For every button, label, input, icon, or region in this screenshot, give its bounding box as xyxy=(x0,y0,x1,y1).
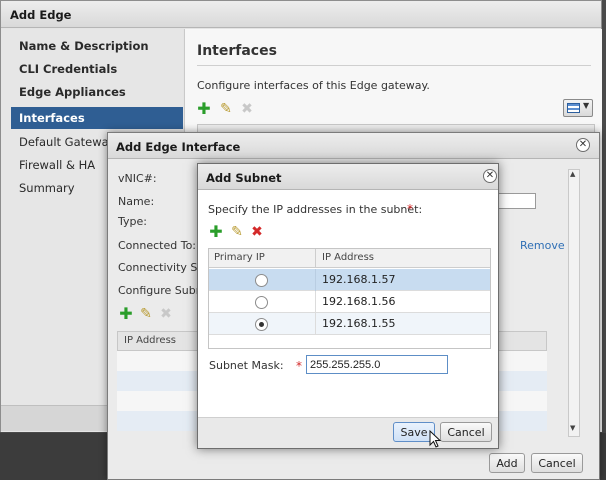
table-header: Primary IP IP Address xyxy=(209,249,490,268)
required-mark: * xyxy=(407,202,413,216)
add-subnet-titlebar: Add Subnet ✕ xyxy=(198,164,498,190)
name-input[interactable] xyxy=(498,193,536,209)
delete-icon[interactable]: ✖ xyxy=(240,102,254,116)
vnic-label: vNIC#: xyxy=(118,172,157,185)
add-edge-titlebar: Add Edge xyxy=(1,1,601,28)
wizard-footer xyxy=(1,405,108,431)
primary-ip-radio[interactable] xyxy=(255,274,268,287)
configure-subnets-label: Configure Subne xyxy=(118,284,210,297)
edge-interface-titlebar: Add Edge Interface ✕ xyxy=(108,133,599,159)
table-row[interactable]: 192.168.1.55 xyxy=(209,313,490,335)
connectivity-status-label: Connectivity Sta xyxy=(118,261,209,274)
pencil-icon[interactable]: ✎ xyxy=(139,307,153,321)
plus-icon[interactable]: ✚ xyxy=(119,306,133,322)
plus-icon[interactable]: ✚ xyxy=(197,101,211,117)
pane-description: Configure interfaces of this Edge gatewa… xyxy=(197,79,430,92)
cancel-button[interactable]: Cancel xyxy=(440,422,492,442)
scroll-up-icon[interactable]: ▲ xyxy=(570,170,575,178)
table-row[interactable]: 192.168.1.57 xyxy=(209,269,490,291)
primary-ip-radio-selected[interactable] xyxy=(255,318,268,331)
required-mark: * xyxy=(296,359,302,373)
grid-view-icon xyxy=(567,103,580,113)
ip-address-cell: 192.168.1.57 xyxy=(322,273,396,286)
delete-icon[interactable]: ✖ xyxy=(159,307,173,321)
nav-item-name-description[interactable]: Name & Description xyxy=(11,35,183,57)
column-divider xyxy=(315,269,316,291)
chevron-down-icon: ▼ xyxy=(583,101,590,110)
dialog-title: Add Subnet xyxy=(206,171,282,185)
column-divider xyxy=(315,249,316,268)
mouse-cursor-icon xyxy=(429,430,441,448)
delete-icon[interactable]: ✖ xyxy=(250,225,264,239)
dialog-title: Add Edge Interface xyxy=(116,140,241,154)
scroll-down-icon[interactable]: ▼ xyxy=(570,424,575,432)
column-header-ip-address: IP Address xyxy=(322,252,374,263)
divider xyxy=(197,65,591,66)
name-label: Name: xyxy=(118,195,155,208)
pencil-icon[interactable]: ✎ xyxy=(219,102,233,116)
scrollbar[interactable]: ▲ ▼ xyxy=(568,169,580,437)
column-header-primary-ip: Primary IP xyxy=(214,252,265,263)
column-divider xyxy=(315,291,316,313)
add-subnet-dialog: Add Subnet ✕ Specify the IP addresses in… xyxy=(197,163,499,449)
page-title: Interfaces xyxy=(197,43,277,59)
pencil-icon[interactable]: ✎ xyxy=(230,225,244,239)
type-label: Type: xyxy=(118,215,147,228)
subnet-instruction: Specify the IP addresses in the subnet: xyxy=(208,203,423,216)
nav-item-cli-credentials[interactable]: CLI Credentials xyxy=(11,58,183,80)
ip-address-cell: 192.168.1.55 xyxy=(322,317,396,330)
window-title: Add Edge xyxy=(10,8,72,22)
connected-to-label: Connected To: xyxy=(118,239,197,252)
nav-item-interfaces[interactable]: Interfaces xyxy=(11,107,183,129)
close-icon[interactable]: ✕ xyxy=(483,169,497,183)
cancel-button[interactable]: Cancel xyxy=(531,453,583,473)
column-divider xyxy=(315,313,316,335)
primary-ip-radio[interactable] xyxy=(255,296,268,309)
plus-icon[interactable]: ✚ xyxy=(209,224,223,240)
nav-item-edge-appliances[interactable]: Edge Appliances xyxy=(11,81,183,103)
subnet-mask-label: Subnet Mask: xyxy=(209,359,284,372)
grid-view-menu[interactable]: ▼ xyxy=(563,99,593,117)
close-icon[interactable]: ✕ xyxy=(576,138,590,152)
add-button[interactable]: Add xyxy=(489,453,525,473)
ip-address-cell: 192.168.1.56 xyxy=(322,295,396,308)
remove-link[interactable]: Remove xyxy=(520,239,565,252)
subnet-mask-input[interactable] xyxy=(306,355,448,374)
table-row[interactable]: 192.168.1.56 xyxy=(209,291,490,313)
